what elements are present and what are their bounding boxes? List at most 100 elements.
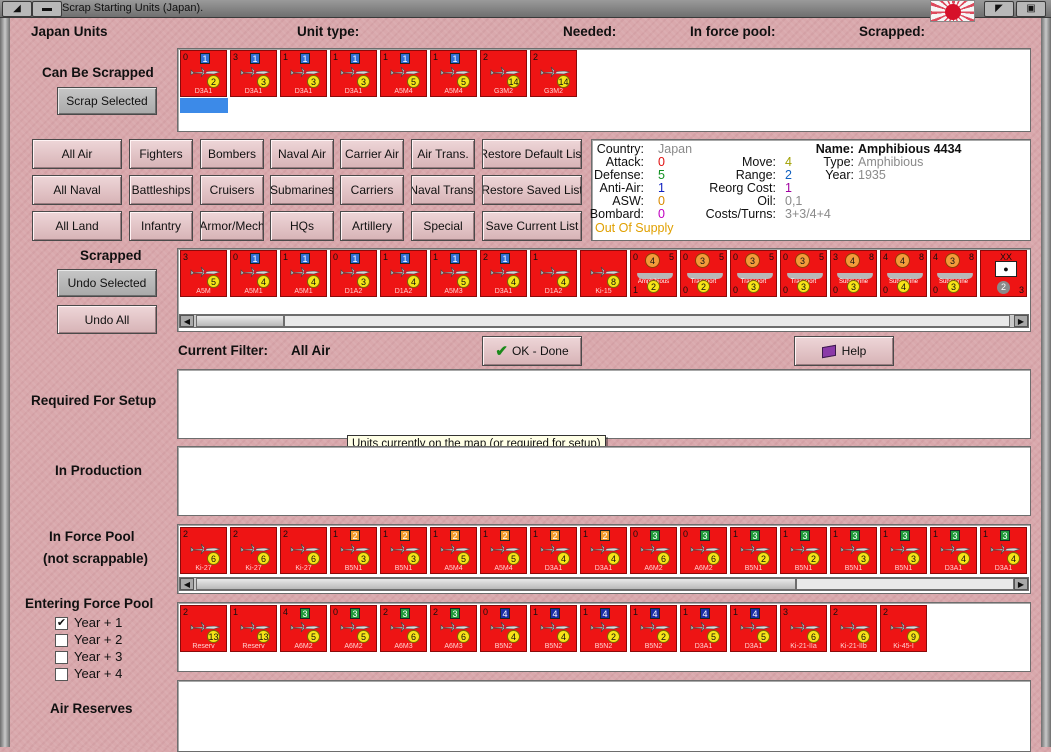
filter-carrier-air-button[interactable]: Carrier Air — [340, 139, 404, 169]
air-unit-counter[interactable]: 1 4 D1A2 — [530, 250, 577, 297]
air-unit-counter[interactable]: 1 1 5 A5M4 — [380, 50, 427, 97]
air-unit-counter[interactable]: 1 2 5 A5M4 — [480, 527, 527, 574]
scroll-right-icon[interactable]: ▶ — [1014, 578, 1028, 590]
air-unit-counter[interactable]: 1 4 4 B5N2 — [530, 605, 577, 652]
year-checkbox[interactable] — [55, 651, 68, 664]
filter-bombers-button[interactable]: Bombers — [200, 139, 264, 169]
scrap-selected-button[interactable]: Scrap Selected — [57, 87, 157, 115]
filter-carriers-button[interactable]: Carriers — [340, 175, 404, 205]
air-unit-counter[interactable]: 2 1 4 D3A1 — [480, 250, 527, 297]
air-unit-counter[interactable]: 0 1 3 D1A2 — [330, 250, 377, 297]
scrollbar-track[interactable] — [796, 578, 1014, 590]
undo-selected-button[interactable]: Undo Selected — [57, 269, 157, 297]
air-unit-counter[interactable]: 1 2 3 B5N1 — [330, 527, 377, 574]
scrollbar-thumb[interactable] — [196, 578, 796, 590]
air-unit-counter[interactable]: 1 3 2 B5N1 — [780, 527, 827, 574]
filter-fighters-button[interactable]: Fighters — [129, 139, 193, 169]
scroll-left-icon[interactable]: ◀ — [180, 578, 194, 590]
air-unit-counter[interactable]: 2 6 Ki-21-IIb — [830, 605, 877, 652]
filter-all-naval-button[interactable]: All Naval — [32, 175, 122, 205]
air-unit-counter[interactable]: 1 13 Reserv — [230, 605, 277, 652]
naval-unit-counter[interactable]: 035Transport03 — [780, 250, 827, 297]
air-unit-counter[interactable]: 2 6 Ki-27 — [230, 527, 277, 574]
air-unit-counter[interactable]: 0 3 5 A6M2 — [330, 605, 377, 652]
air-unit-counter[interactable]: 0 1 4 A5M1 — [230, 250, 277, 297]
scroll-right-icon[interactable]: ▶ — [1014, 315, 1028, 327]
air-unit-counter[interactable]: 1 3 2 B5N1 — [730, 527, 777, 574]
air-unit-counter[interactable]: 1 2 5 A5M4 — [430, 527, 477, 574]
filter-naval-trans-button[interactable]: Naval Trans. — [411, 175, 475, 205]
air-unit-counter[interactable]: 3 6 Ki-21-IIa — [780, 605, 827, 652]
minimize-button[interactable]: ▬ — [32, 1, 62, 17]
air-unit-counter[interactable]: 1 3 4 D3A1 — [980, 527, 1027, 574]
air-unit-counter[interactable]: 1 1 5 A5M3 — [430, 250, 477, 297]
air-unit-counter[interactable]: 1 4 5 D3A1 — [680, 605, 727, 652]
air-unit-counter[interactable]: 2 13 Reserv — [180, 605, 227, 652]
filter-infantry-button[interactable]: Infantry — [129, 211, 193, 241]
scrapped-scrollbar[interactable]: ◀ ▶ — [179, 314, 1029, 328]
filter-all-land-button[interactable]: All Land — [32, 211, 122, 241]
air-unit-counter[interactable]: 1 2 4 D3A1 — [580, 527, 627, 574]
help-button[interactable]: Help — [794, 336, 894, 366]
air-unit-counter[interactable]: 1 1 3 D3A1 — [280, 50, 327, 97]
air-unit-counter[interactable]: 8 Ki-15 — [580, 250, 627, 297]
year-checkbox[interactable] — [55, 668, 68, 681]
air-unit-counter[interactable]: 1 1 3 D3A1 — [330, 50, 377, 97]
air-unit-counter[interactable]: 2 14 G3M2 — [480, 50, 527, 97]
air-unit-counter[interactable]: 2 3 6 A6M3 — [380, 605, 427, 652]
air-unit-counter[interactable]: 1 1 5 A5M4 — [430, 50, 477, 97]
air-unit-counter[interactable]: 3 5 A5M — [180, 250, 227, 297]
filter-special-button[interactable]: Special — [411, 211, 475, 241]
scroll-left-icon[interactable]: ◀ — [180, 315, 194, 327]
air-unit-counter[interactable]: 0 4 4 B5N2 — [480, 605, 527, 652]
filter-restore-saved-list-button[interactable]: Restore Saved List — [482, 175, 582, 205]
air-unit-counter[interactable]: 2 3 6 A6M3 — [430, 605, 477, 652]
filter-artillery-button[interactable]: Artillery — [340, 211, 404, 241]
air-unit-counter[interactable]: 1 4 5 D3A1 — [730, 605, 777, 652]
undo-all-button[interactable]: Undo All — [57, 305, 157, 334]
air-unit-counter[interactable]: 3 1 3 D3A1 — [230, 50, 277, 97]
air-unit-counter[interactable]: 2 9 Ki-45-I — [880, 605, 927, 652]
close-button[interactable]: ▣ — [1016, 1, 1046, 17]
filter-air-trans-button[interactable]: Air Trans. — [411, 139, 475, 169]
air-unit-counter[interactable]: 4 3 5 A6M2 — [280, 605, 327, 652]
naval-unit-counter[interactable]: 035Transport03 — [730, 250, 777, 297]
force-pool-scrollbar[interactable]: ◀ ▶ — [179, 577, 1029, 591]
air-unit-counter[interactable]: 0 3 6 A6M2 — [680, 527, 727, 574]
air-reserves-panel[interactable] — [177, 680, 1031, 752]
naval-unit-counter[interactable]: 438Submarine03 — [930, 250, 977, 297]
air-unit-counter[interactable]: 1 4 2 B5N2 — [580, 605, 627, 652]
air-unit-counter[interactable]: 2 6 Ki-27 — [280, 527, 327, 574]
naval-unit-counter[interactable]: 045Amphibious12 — [630, 250, 677, 297]
window-menu-button[interactable]: ◢ — [2, 1, 32, 17]
restore-button[interactable]: ◤ — [984, 1, 1014, 17]
naval-unit-counter[interactable]: 348Submarine03 — [830, 250, 877, 297]
air-unit-counter[interactable]: 1 3 4 D3A1 — [930, 527, 977, 574]
filter-naval-air-button[interactable]: Naval Air — [270, 139, 334, 169]
air-unit-counter[interactable]: 0 1 2 D3A1 — [180, 50, 227, 97]
filter-save-current-list-button[interactable]: Save Current List — [482, 211, 582, 241]
ok-done-button[interactable]: ✔ OK - Done — [482, 336, 582, 366]
in-production-panel[interactable] — [177, 446, 1031, 516]
air-unit-counter[interactable]: 1 4 2 B5N2 — [630, 605, 677, 652]
hq-unit-counter[interactable]: XX ● 2 3 — [980, 250, 1027, 297]
filter-hqs-button[interactable]: HQs — [270, 211, 334, 241]
air-unit-counter[interactable]: 0 3 6 A6M2 — [630, 527, 677, 574]
air-unit-counter[interactable]: 1 3 3 B5N1 — [830, 527, 877, 574]
air-unit-counter[interactable]: 1 2 3 B5N1 — [380, 527, 427, 574]
air-unit-counter[interactable]: 1 2 4 D3A1 — [530, 527, 577, 574]
scrollbar-track[interactable] — [284, 315, 1010, 327]
scrollbar-thumb[interactable] — [196, 315, 284, 327]
year-checkbox[interactable] — [55, 634, 68, 647]
air-unit-counter[interactable]: 2 6 Ki-27 — [180, 527, 227, 574]
filter-all-air-button[interactable]: All Air — [32, 139, 122, 169]
air-unit-counter[interactable]: 1 1 4 A5M1 — [280, 250, 327, 297]
naval-unit-counter[interactable]: 035Transport02 — [680, 250, 727, 297]
required-for-setup-panel[interactable] — [177, 369, 1031, 439]
filter-cruisers-button[interactable]: Cruisers — [200, 175, 264, 205]
naval-unit-counter[interactable]: 448Submarine04 — [880, 250, 927, 297]
year-checkbox[interactable]: ✔ — [55, 617, 68, 630]
air-unit-counter[interactable]: 1 1 4 D1A2 — [380, 250, 427, 297]
filter-battleships-button[interactable]: Battleships — [129, 175, 193, 205]
filter-restore-default-list-button[interactable]: Restore Default List — [482, 139, 582, 169]
